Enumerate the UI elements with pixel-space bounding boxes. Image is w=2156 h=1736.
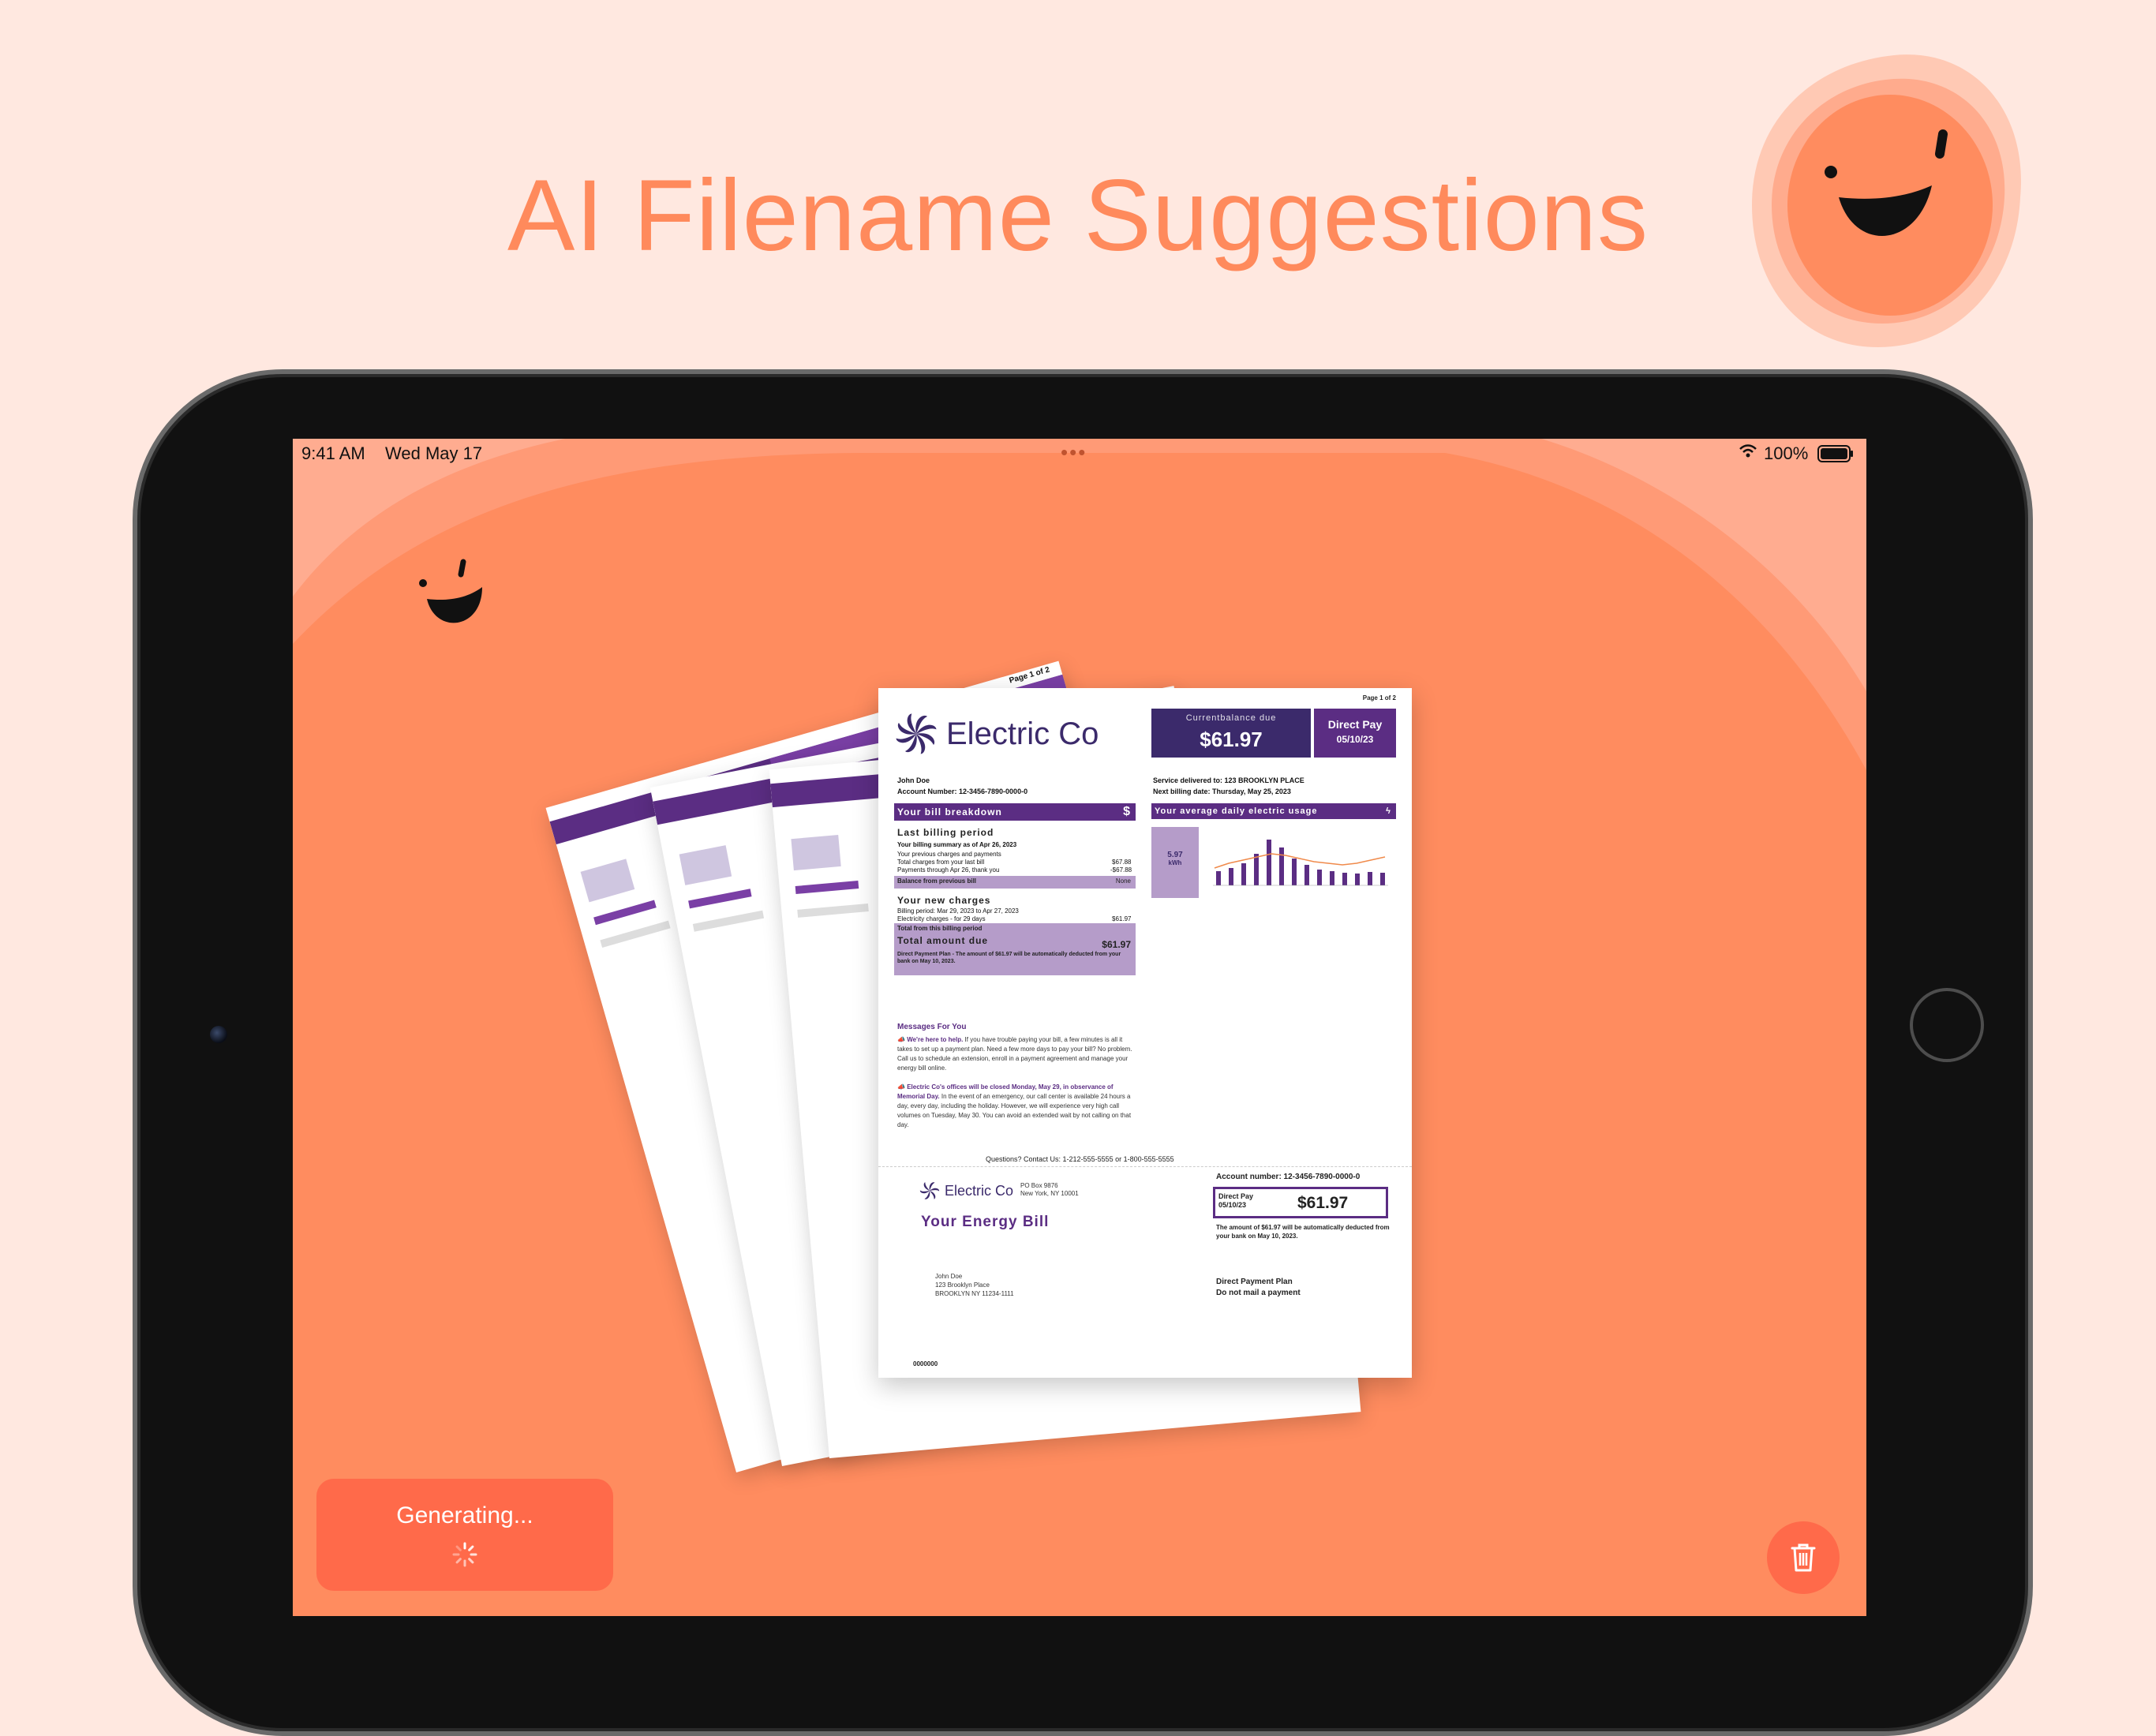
service-address: Service delivered to: 123 BROOKLYN PLACE (1153, 776, 1304, 784)
bill-breakdown-title: Your bill breakdown (897, 806, 1002, 817)
customer-name: John Doe (897, 776, 930, 784)
address-name: John Doe (935, 1273, 963, 1280)
document-code: 0000000 (913, 1360, 938, 1367)
tear-line (878, 1166, 1412, 1167)
stub-note: The amount of $61.97 will be automatical… (1216, 1224, 1390, 1240)
current-balance-amount: $61.97 (1200, 728, 1263, 751)
bolt-icon: ϟ (1386, 806, 1391, 816)
direct-pay-label: Direct Pay (1327, 718, 1383, 731)
prev-charges: Your previous charges and payments (897, 851, 1001, 858)
total-due-block: Total from this billing period Total amo… (894, 923, 1136, 975)
trash-button[interactable] (1767, 1521, 1840, 1594)
bill-document[interactable]: Page 1 of 2 Electric Co Currentbalance d… (878, 688, 1412, 1378)
megaphone-icon: 📣 (897, 1083, 905, 1091)
current-balance-box: Currentbalance due $61.97 (1151, 709, 1311, 758)
usage-bar (1304, 865, 1309, 885)
stub-account-number: Account number: 12-3456-7890-0000-0 (1216, 1173, 1361, 1181)
stub-address-2: New York, NY 10001 (1020, 1190, 1079, 1197)
mailing-address: John Doe 123 Brooklyn Place BROOKLYN NY … (935, 1272, 1014, 1298)
messages-title: Messages For You (897, 1023, 967, 1031)
stub-company-name: Electric Co (945, 1182, 1014, 1199)
stub-direct-pay: Direct Pay 05/10/23 (1218, 1192, 1253, 1210)
usage-bar (1267, 840, 1271, 885)
message-1: 📣 We're here to help. If you have troubl… (897, 1035, 1134, 1073)
usage-bar (1254, 854, 1259, 885)
stub-address-1: PO Box 9876 (1020, 1182, 1058, 1189)
camera-icon (210, 1026, 227, 1043)
usage-title: Your average daily electric usage (1155, 806, 1318, 816)
total-charges: Total charges from your last bill (897, 859, 985, 866)
total-from-period: Total from this billing period (897, 925, 983, 932)
page-label: Page 1 of 2 (1362, 694, 1396, 702)
usage-bar (1380, 873, 1385, 885)
balance-none: None (1115, 877, 1131, 885)
electricity-amount: $61.97 (1112, 915, 1132, 922)
energy-bill-title: Your Energy Bill (921, 1214, 1050, 1230)
stub-amount: $61.97 (1297, 1194, 1349, 1212)
pinwheel-logo-icon (919, 1182, 940, 1199)
account-number: Account Number: 12-3456-7890-0000-0 (897, 788, 1028, 795)
trash-icon (1791, 1543, 1816, 1572)
company-name: Electric Co (946, 716, 1099, 751)
balance-prev-row: Balance from previous bill None (894, 876, 1136, 889)
current-balance-label: Currentbalance due (1185, 713, 1277, 723)
last-period-title: Last billing period (897, 827, 994, 838)
generating-label: Generating... (396, 1502, 533, 1528)
usage-bar (1229, 868, 1233, 885)
app-screen: 9:41 AM Wed May 17 ••• 100% Page 1 of 2 (293, 439, 1866, 1616)
mascot-icon (1752, 54, 2021, 348)
pinwheel-logo-icon (896, 713, 937, 754)
usage-value-box: 5.97 kWh (1151, 827, 1199, 898)
megaphone-icon: 📣 (897, 1036, 905, 1043)
usage-value: 5.97 (1167, 851, 1183, 859)
message-1-em: We're here to help. (907, 1036, 964, 1043)
total-due-label: Total amount due (897, 935, 989, 946)
balance-prev-label: Balance from previous bill (897, 877, 977, 885)
stub-direct-pay-label: Direct Pay (1218, 1192, 1254, 1200)
stub-direct-pay-date: 05/10/23 (1218, 1201, 1247, 1209)
next-billing-date: Next billing date: Thursday, May 25, 202… (1153, 788, 1291, 795)
usage-bar (1355, 874, 1360, 885)
new-charges-title: Your new charges (897, 895, 991, 906)
direct-pay-box: Direct Pay 05/10/23 (1314, 709, 1396, 758)
message-2: 📣 Electric Co's offices will be closed M… (897, 1083, 1134, 1130)
total-due-amount: $61.97 (1102, 939, 1131, 950)
contact-line: Questions? Contact Us: 1-212-555-5555 or… (986, 1155, 1174, 1163)
amount-payment: -$67.88 (1110, 866, 1132, 874)
direct-pay-date: 05/10/23 (1336, 734, 1374, 745)
usage-bar (1292, 859, 1297, 885)
usage-bar (1279, 847, 1284, 885)
stub-amount-box: Direct Pay 05/10/23 $61.97 (1213, 1187, 1388, 1218)
company-logo: Electric Co (894, 712, 1099, 756)
usage-unit: kWh (1168, 859, 1182, 866)
dpp-line-2: Do not mail a payment (1216, 1289, 1301, 1297)
usage-header: Your average daily electric usage ϟ (1151, 803, 1396, 819)
generating-button[interactable]: Generating... (316, 1479, 613, 1591)
usage-bar (1342, 873, 1347, 885)
direct-plan-note: Direct Payment Plan - The amount of $61.… (897, 952, 1121, 964)
payments-through: Payments through Apr 26, thank you (897, 866, 1000, 874)
stub-address: PO Box 9876 New York, NY 10001 (1020, 1182, 1079, 1198)
document-stack[interactable]: Page 1 of 2 Page 1 of 2 Page 1 of 2 Page… (293, 439, 1866, 1616)
billing-period: Billing period: Mar 29, 2023 to Apr 27, … (897, 907, 1019, 915)
usage-bar (1317, 870, 1322, 885)
usage-bar (1368, 872, 1372, 885)
bill-breakdown-header: Your bill breakdown $ (894, 803, 1136, 821)
usage-bar (1241, 863, 1246, 885)
dollar-icon: $ (1123, 805, 1131, 818)
stub-logo: Electric Co (919, 1180, 1013, 1201)
dpp-line-1: Direct Payment Plan (1216, 1278, 1293, 1286)
summary-line: Your billing summary as of Apr 26, 2023 (897, 841, 1017, 848)
spinner-icon (452, 1542, 477, 1567)
address-line-1: 123 Brooklyn Place (935, 1281, 990, 1289)
amount-prev: $67.88 (1112, 859, 1132, 866)
electricity-charges: Electricity charges - for 29 days (897, 915, 986, 922)
usage-bar (1330, 871, 1334, 885)
direct-payment-plan: Direct Payment Plan Do not mail a paymen… (1216, 1277, 1301, 1299)
usage-bar (1216, 871, 1221, 885)
usage-chart (1213, 840, 1388, 886)
home-button[interactable] (1910, 988, 1984, 1062)
address-line-2: BROOKLYN NY 11234-1111 (935, 1290, 1014, 1297)
